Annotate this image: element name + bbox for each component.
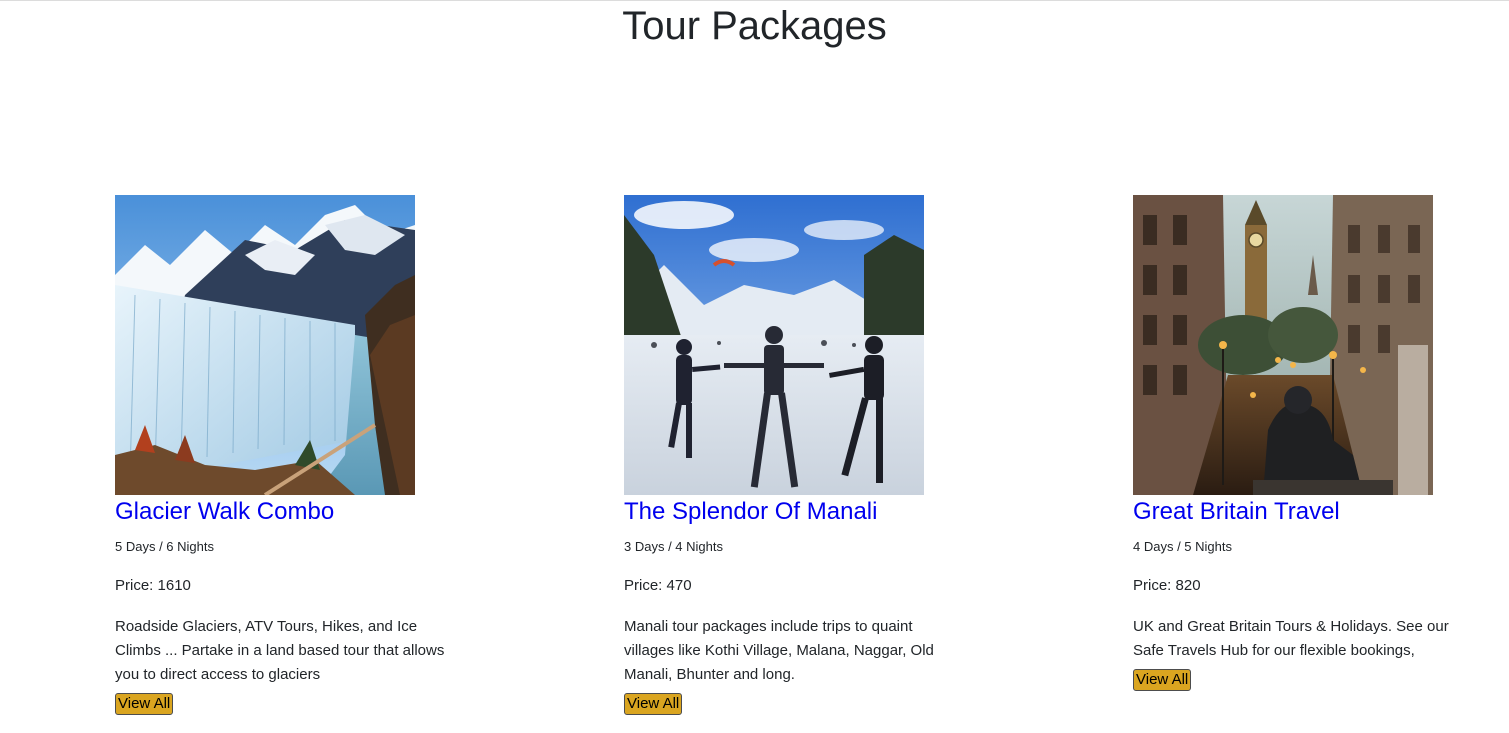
package-card-manali: The Splendor Of Manali 3 Days / 4 Nights… bbox=[624, 195, 969, 715]
view-all-button[interactable]: View All bbox=[1133, 669, 1192, 691]
package-card-glacier: Glacier Walk Combo 5 Days / 6 Nights Pri… bbox=[115, 195, 460, 715]
package-card-britain: Great Britain Travel 4 Days / 5 Nights P… bbox=[1133, 195, 1478, 691]
package-image-britain bbox=[1133, 195, 1433, 495]
package-price: Price: 470 bbox=[624, 577, 692, 594]
package-duration: 4 Days / 5 Nights bbox=[1133, 539, 1232, 554]
package-price: Price: 1610 bbox=[115, 577, 191, 594]
package-title-link[interactable]: Glacier Walk Combo bbox=[115, 497, 460, 527]
package-image-manali bbox=[624, 195, 924, 495]
package-price: Price: 820 bbox=[1133, 577, 1201, 594]
package-duration: 5 Days / 6 Nights bbox=[115, 539, 214, 554]
package-title-link[interactable]: Great Britain Travel bbox=[1133, 497, 1478, 527]
top-divider bbox=[0, 0, 1509, 1]
package-description: Roadside Glaciers, ATV Tours, Hikes, and… bbox=[115, 618, 445, 683]
package-title-link[interactable]: The Splendor Of Manali bbox=[624, 497, 969, 527]
view-all-button[interactable]: View All bbox=[624, 693, 683, 715]
page-title: Tour Packages bbox=[622, 4, 887, 48]
package-description: UK and Great Britain Tours & Holidays. S… bbox=[1133, 618, 1449, 659]
package-description: Manali tour packages include trips to qu… bbox=[624, 618, 934, 683]
view-all-button[interactable]: View All bbox=[115, 693, 174, 715]
package-image-glacier bbox=[115, 195, 415, 495]
package-duration: 3 Days / 4 Nights bbox=[624, 539, 723, 554]
